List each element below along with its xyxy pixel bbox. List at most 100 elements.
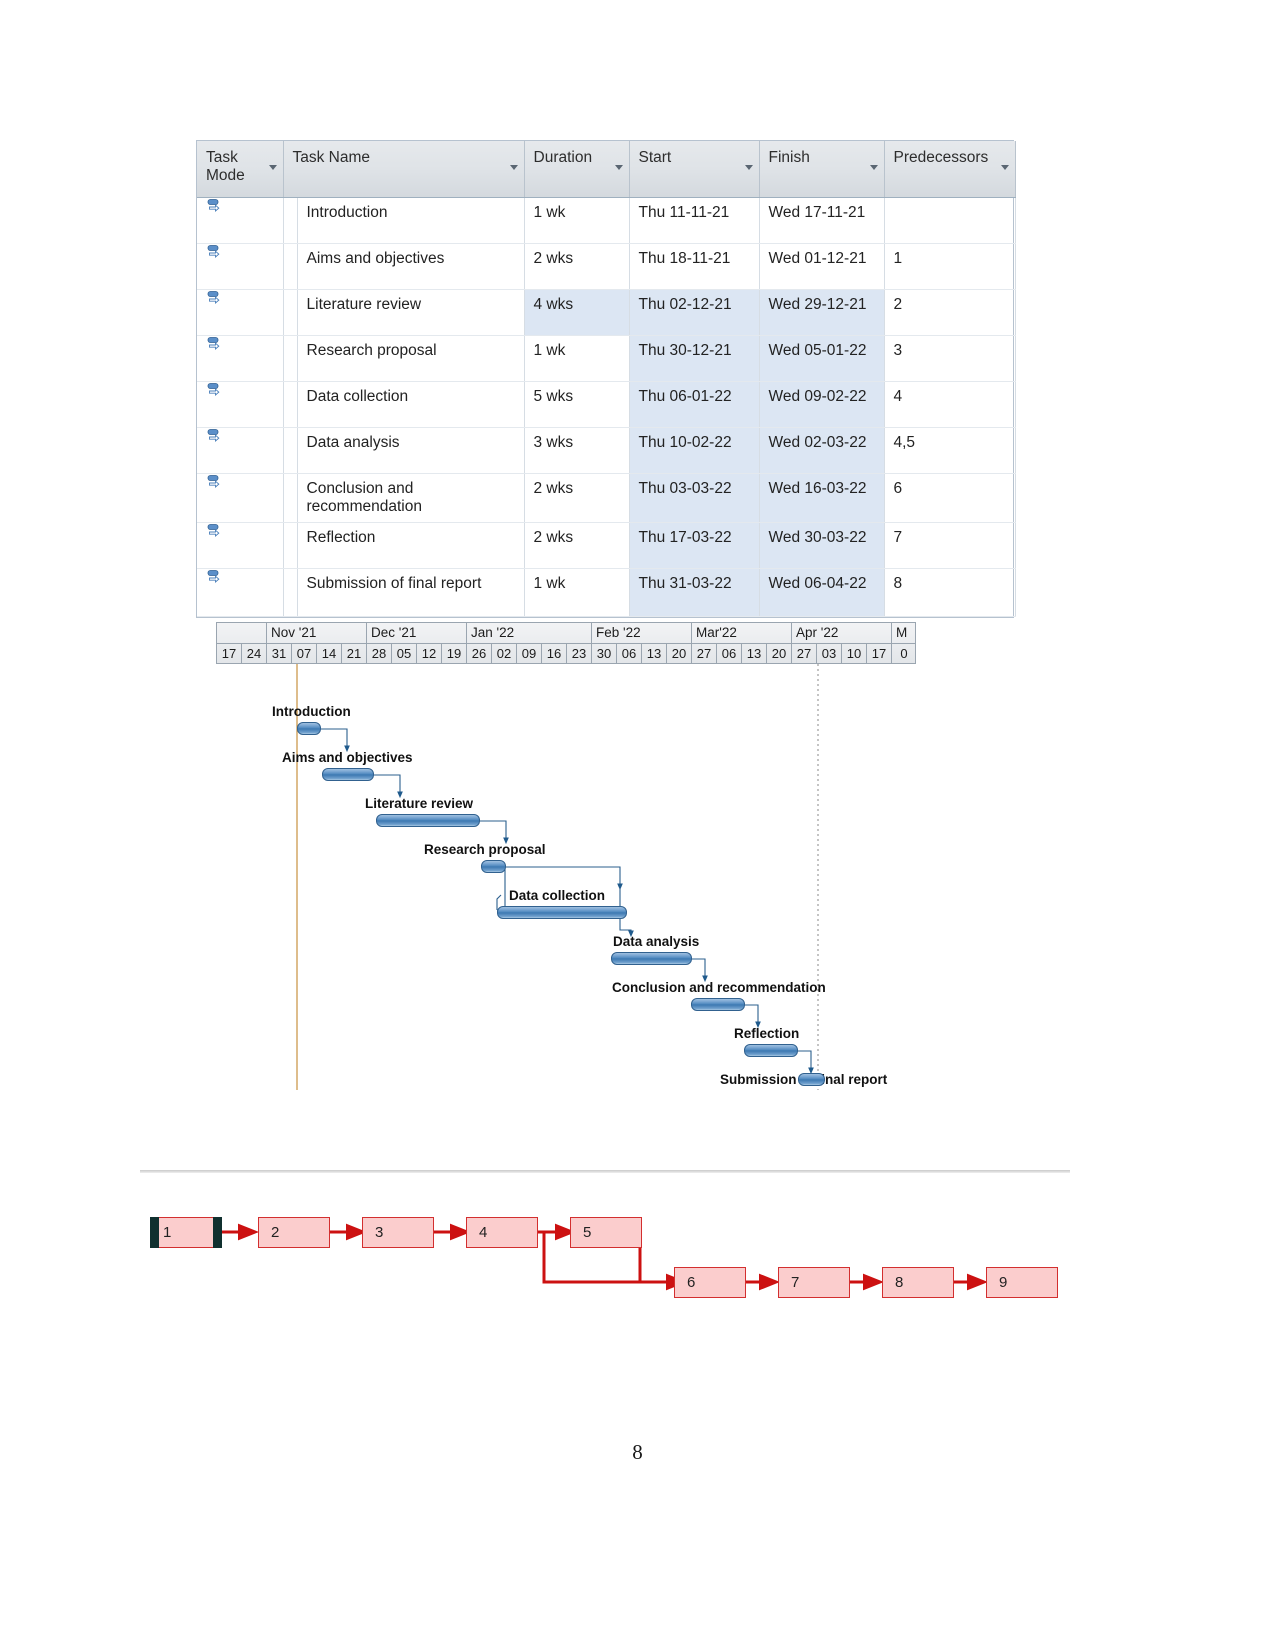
cell-duration[interactable]: 1 wk (524, 197, 630, 244)
cell-task-mode[interactable] (197, 197, 284, 244)
cell-duration[interactable]: 3 wks (524, 427, 630, 474)
cell-start[interactable]: Thu 31-03-22 (629, 568, 760, 617)
cell-task-name[interactable]: Submission of final report (297, 568, 525, 617)
cell-duration[interactable]: 1 wk (524, 335, 630, 382)
cell-task-mode[interactable] (197, 473, 284, 523)
cell-finish[interactable]: Wed 29-12-21 (759, 289, 885, 336)
cell-duration[interactable]: 5 wks (524, 381, 630, 428)
cell-start[interactable]: Thu 18-11-21 (629, 243, 760, 290)
network-node-9[interactable]: 9 (986, 1267, 1058, 1298)
cell-task-name[interactable]: Data analysis (297, 427, 525, 474)
cell-finish[interactable]: Wed 16-03-22 (759, 473, 885, 523)
network-node-4[interactable]: 4 (466, 1217, 538, 1248)
cell-task-mode[interactable] (197, 243, 284, 290)
project-task-table[interactable]: Task Mode Task Name Duration Start Finis… (196, 140, 1016, 618)
auto-schedule-icon (207, 290, 227, 310)
network-node-6[interactable]: 6 (674, 1267, 746, 1298)
gantt-bars-area[interactable]: Introduction Aims and objectives Literat… (216, 664, 916, 1090)
cell-predecessors[interactable]: 2 (884, 289, 1016, 336)
cell-duration[interactable]: 2 wks (524, 243, 630, 290)
cell-start[interactable]: Thu 10-02-22 (629, 427, 760, 474)
network-node-8[interactable]: 8 (882, 1267, 954, 1298)
column-header-start[interactable]: Start (629, 141, 760, 198)
selection-handle-left[interactable] (150, 1217, 159, 1248)
network-diagram[interactable]: 1 2 3 4 5 6 7 8 9 (140, 1170, 1070, 1300)
cell-task-name[interactable]: Reflection (297, 522, 525, 569)
network-node-7[interactable]: 7 (778, 1267, 850, 1298)
cell-predecessors[interactable]: 8 (884, 568, 1016, 617)
cell-task-name[interactable]: Introduction (297, 197, 525, 244)
gantt-bar-research-proposal[interactable] (481, 860, 506, 873)
cell-task-name[interactable]: Data collection (297, 381, 525, 428)
column-header-predecessors[interactable]: Predecessors (884, 141, 1016, 198)
cell-task-name[interactable]: Research proposal (297, 335, 525, 382)
table-row[interactable]: Literature review 4 wks Thu 02-12-21 Wed 29… (197, 289, 1016, 336)
gantt-chart[interactable]: Nov '21 Dec '21 Jan '22 Feb '22 Mar'22 Apr '2… (216, 622, 916, 1090)
gantt-bar-aims-and-objectives[interactable] (322, 768, 374, 781)
cell-task-mode[interactable] (197, 522, 284, 569)
cell-predecessors[interactable]: 4,5 (884, 427, 1016, 474)
cell-finish[interactable]: Wed 01-12-21 (759, 243, 885, 290)
network-node-2[interactable]: 2 (258, 1217, 330, 1248)
gantt-bar-literature-review[interactable] (376, 814, 480, 827)
chevron-down-icon[interactable] (268, 165, 277, 170)
cell-finish[interactable]: Wed 06-04-22 (759, 568, 885, 617)
cell-task-name[interactable]: Aims and objectives (297, 243, 525, 290)
column-header-finish[interactable]: Finish (759, 141, 885, 198)
cell-duration[interactable]: 2 wks (524, 473, 630, 523)
table-row[interactable]: Research proposal 1 wk Thu 30-12-21 Wed 05-… (197, 335, 1016, 382)
cell-predecessors[interactable]: 1 (884, 243, 1016, 290)
chevron-down-icon[interactable] (869, 165, 878, 170)
cell-start[interactable]: Thu 03-03-22 (629, 473, 760, 523)
cell-task-name[interactable]: Conclusion and recommendation (297, 473, 525, 523)
network-node-5[interactable]: 5 (570, 1217, 642, 1248)
selection-handle-right[interactable] (213, 1217, 222, 1248)
column-header-duration[interactable]: Duration (524, 141, 630, 198)
table-row[interactable]: Aims and objectives 2 wks Thu 18-11-21 Wed … (197, 243, 1016, 290)
cell-start[interactable]: Thu 06-01-22 (629, 381, 760, 428)
cell-start[interactable]: Thu 30-12-21 (629, 335, 760, 382)
chevron-down-icon[interactable] (744, 165, 753, 170)
cell-task-mode[interactable] (197, 568, 284, 617)
cell-predecessors[interactable]: 3 (884, 335, 1016, 382)
cell-predecessors[interactable]: 7 (884, 522, 1016, 569)
cell-predecessors[interactable] (884, 197, 1016, 244)
gantt-bar-data-analysis[interactable] (611, 952, 692, 965)
table-row[interactable]: Data analysis 3 wks Thu 10-02-22 Wed 02-03-… (197, 427, 1016, 474)
cell-predecessors[interactable]: 4 (884, 381, 1016, 428)
gantt-bar-reflection[interactable] (744, 1044, 798, 1057)
cell-finish[interactable]: Wed 02-03-22 (759, 427, 885, 474)
cell-task-mode[interactable] (197, 381, 284, 428)
cell-finish[interactable]: Wed 30-03-22 (759, 522, 885, 569)
network-node-1[interactable]: 1 (150, 1217, 222, 1248)
cell-finish[interactable]: Wed 17-11-21 (759, 197, 885, 244)
cell-task-mode[interactable] (197, 427, 284, 474)
chevron-down-icon[interactable] (1000, 165, 1009, 170)
gantt-bar-data-collection[interactable] (497, 906, 627, 919)
cell-duration[interactable]: 2 wks (524, 522, 630, 569)
column-header-task-mode[interactable]: Task Mode (197, 141, 284, 198)
gantt-bar-submission-of-final-report[interactable] (798, 1073, 825, 1086)
table-row[interactable]: Data collection 5 wks Thu 06-01-22 Wed 09-0… (197, 381, 1016, 428)
chevron-down-icon[interactable] (509, 165, 518, 170)
cell-task-mode[interactable] (197, 335, 284, 382)
cell-duration[interactable]: 4 wks (524, 289, 630, 336)
network-node-3[interactable]: 3 (362, 1217, 434, 1248)
cell-finish[interactable]: Wed 09-02-22 (759, 381, 885, 428)
table-row[interactable]: Introduction 1 wk Thu 11-11-21 Wed 17-11-21 (197, 197, 1016, 244)
table-row[interactable]: Submission of final report 1 wk Thu 31-03-… (197, 568, 1016, 617)
chevron-down-icon[interactable] (614, 165, 623, 170)
cell-predecessors[interactable]: 6 (884, 473, 1016, 523)
cell-start[interactable]: Thu 02-12-21 (629, 289, 760, 336)
cell-start[interactable]: Thu 11-11-21 (629, 197, 760, 244)
table-row[interactable]: Conclusion and recommendation 2 wks Thu 03… (197, 473, 1016, 523)
cell-finish[interactable]: Wed 05-01-22 (759, 335, 885, 382)
cell-task-name[interactable]: Literature review (297, 289, 525, 336)
table-row[interactable]: Reflection 2 wks Thu 17-03-22 Wed 30-03-22 7 (197, 522, 1016, 569)
gantt-bar-conclusion-and-recommendation[interactable] (691, 998, 745, 1011)
gantt-bar-introduction[interactable] (297, 722, 321, 735)
column-header-task-name[interactable]: Task Name (283, 141, 525, 198)
cell-start[interactable]: Thu 17-03-22 (629, 522, 760, 569)
cell-task-mode[interactable] (197, 289, 284, 336)
cell-duration[interactable]: 1 wk (524, 568, 630, 617)
